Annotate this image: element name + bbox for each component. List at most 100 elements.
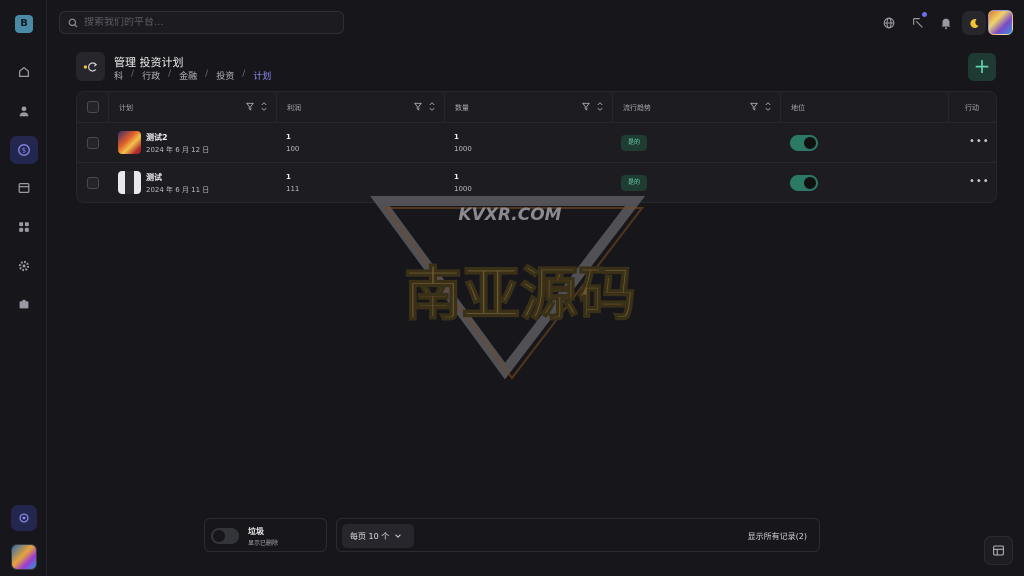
header-select-cell [77, 92, 109, 123]
svg-text:$: $ [22, 147, 26, 155]
plan-date: 2024 年 6 月 12 日 [146, 146, 210, 154]
sort-icon[interactable] [596, 102, 604, 111]
column-label: 流行趋势 [623, 103, 651, 112]
sidebar: B $ [0, 0, 47, 576]
filter-icon[interactable] [750, 102, 758, 111]
more-actions-icon[interactable]: ••• [969, 176, 990, 187]
amount-value: 1 [454, 133, 459, 141]
trend-badge: 是的 [621, 175, 648, 191]
status-toggle[interactable] [790, 175, 818, 191]
breadcrumb-separator: / [205, 69, 209, 79]
puzzle-icon [19, 299, 29, 309]
watermark-text: 南亚源码 [404, 260, 636, 328]
breadcrumb-current: 计划 [253, 72, 272, 82]
filter-icon[interactable] [414, 102, 422, 111]
sidebar-item-plugins[interactable] [10, 290, 38, 318]
select-all-checkbox[interactable] [87, 101, 99, 113]
trend-badge: 是的 [621, 135, 648, 151]
watermark-logo: KVXR.COM 南亚源码 [370, 196, 646, 380]
breadcrumb: 科 / 行政 / 金融 / 投资 / 计划 [114, 69, 271, 82]
sidebar-item-apps[interactable] [10, 213, 38, 241]
column-label: 利润 [287, 103, 301, 112]
user-avatar[interactable] [988, 10, 1013, 35]
theme-toggle-button[interactable] [962, 11, 986, 35]
refresh-coin-icon [83, 61, 97, 72]
sidebar-settings-badge[interactable] [11, 505, 37, 531]
plans-table: 计划 利润 数量 流行趋势 地位 行动 测试2 2024 年 6 月 12 日 … [76, 91, 997, 203]
layout-toggle-button[interactable] [984, 536, 1013, 565]
globe-icon[interactable] [882, 16, 896, 30]
bell-icon[interactable] [939, 16, 953, 30]
row-checkbox[interactable] [87, 137, 99, 149]
column-header-amount[interactable]: 数量 [445, 92, 613, 123]
table-row[interactable]: 测试 2024 年 6 月 11 日 1 111 1 1000 是的 ••• [77, 163, 996, 202]
breadcrumb-item[interactable]: 行政 [142, 69, 160, 82]
pagination-bar: 每页 10 个 显示所有记录(2) [336, 518, 820, 552]
profit-value: 1 [286, 133, 291, 141]
breadcrumb-separator: / [131, 69, 135, 79]
column-label: 行动 [965, 103, 979, 112]
page-icon [76, 52, 105, 81]
search-input[interactable] [84, 17, 324, 28]
filter-icon[interactable] [582, 102, 590, 111]
per-page-label: 每页 10 个 [350, 531, 390, 541]
breadcrumb-item[interactable]: 金融 [179, 69, 197, 82]
sort-icon[interactable] [764, 102, 772, 111]
column-header-plan[interactable]: 计划 [109, 92, 277, 123]
plan-name[interactable]: 测试 [146, 172, 162, 183]
layout-icon [993, 545, 1004, 556]
sort-icon[interactable] [428, 102, 436, 111]
sidebar-item-finance[interactable]: $ [10, 136, 38, 164]
grid-icon [19, 222, 29, 232]
page-title: 管理 投资计划 [114, 56, 184, 69]
more-actions-icon[interactable]: ••• [969, 136, 990, 147]
table-header: 计划 利润 数量 流行趋势 地位 行动 [77, 92, 996, 123]
breadcrumb-separator: / [242, 69, 246, 79]
sidebar-item-settings[interactable] [10, 252, 38, 280]
filter-icon[interactable] [246, 102, 254, 111]
profit-value: 1 [286, 173, 291, 181]
gear-icon [18, 260, 30, 272]
watermark-domain: KVXR.COM [458, 205, 561, 225]
table-row[interactable]: 测试2 2024 年 6 月 12 日 1 100 1 1000 是的 ••• [77, 123, 996, 163]
status-toggle[interactable] [790, 135, 818, 151]
plan-date: 2024 年 6 月 11 日 [146, 186, 210, 194]
calendar-icon [18, 183, 30, 193]
dollar-icon: $ [18, 144, 30, 156]
user-icon [19, 106, 29, 117]
sort-icon[interactable] [260, 102, 268, 111]
cursor-icon[interactable] [911, 16, 925, 30]
sidebar-item-calendar[interactable] [10, 174, 38, 202]
sidebar-item-home[interactable] [10, 58, 38, 86]
plan-thumbnail [118, 171, 141, 194]
sidebar-item-users[interactable] [10, 97, 38, 125]
row-checkbox[interactable] [87, 177, 99, 189]
user-avatar-sidebar[interactable] [11, 544, 37, 570]
breadcrumb-separator: / [168, 69, 172, 79]
column-header-status[interactable]: 地位 [781, 92, 949, 123]
profit-detail: 111 [286, 185, 300, 193]
trash-subtitle: 显示已删除 [248, 540, 279, 547]
show-deleted-toggle[interactable] [211, 528, 239, 544]
record-count: 显示所有记录(2) [747, 532, 807, 541]
column-header-profit[interactable]: 利润 [277, 92, 445, 123]
settings-badge-icon [19, 513, 29, 523]
trash-filter: 垃圾 显示已删除 [204, 518, 327, 552]
search-icon [68, 18, 78, 28]
per-page-select[interactable]: 每页 10 个 [342, 524, 414, 548]
amount-detail: 1000 [454, 185, 472, 193]
plan-name[interactable]: 测试2 [146, 132, 168, 143]
column-label: 计划 [119, 103, 133, 112]
search-box[interactable] [59, 11, 344, 34]
home-icon [19, 66, 29, 77]
add-plan-button[interactable]: + [968, 53, 996, 81]
column-header-trend[interactable]: 流行趋势 [613, 92, 781, 123]
plan-thumbnail [118, 131, 141, 154]
amount-detail: 1000 [454, 145, 472, 153]
breadcrumb-item[interactable]: 科 [114, 69, 123, 82]
amount-value: 1 [454, 173, 459, 181]
column-label: 数量 [455, 103, 469, 112]
app-logo[interactable]: B [15, 15, 33, 33]
column-label: 地位 [791, 103, 805, 112]
breadcrumb-item[interactable]: 投资 [216, 69, 234, 82]
